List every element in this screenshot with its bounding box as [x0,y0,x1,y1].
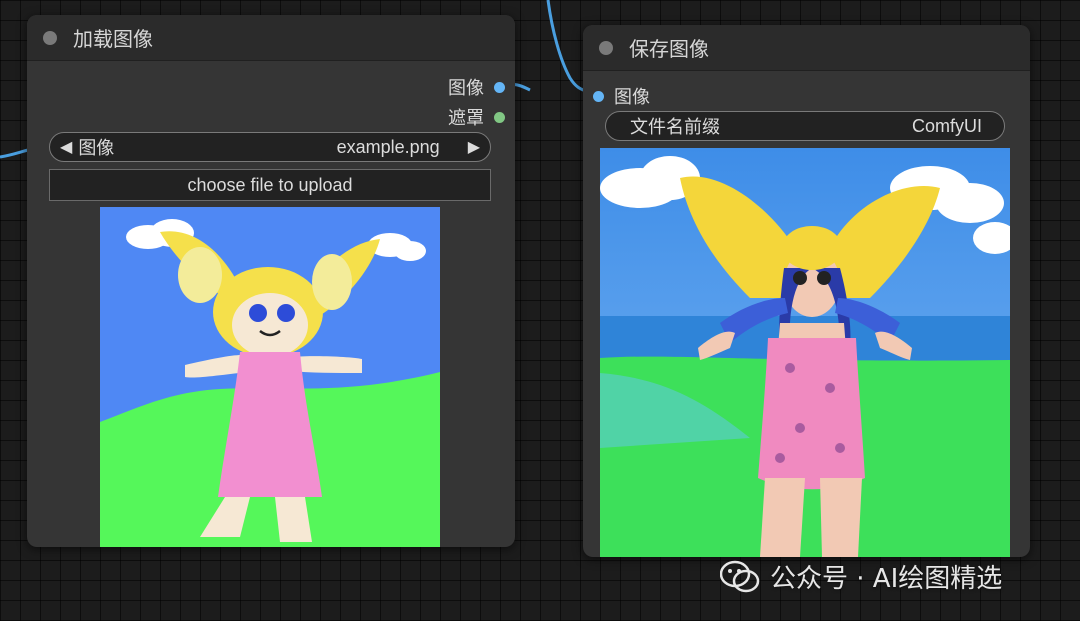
input-image-preview [100,207,440,547]
load-image-node[interactable]: 加载图像 图像 遮罩 ◀ 图像 example.png ▶ choose fil… [27,15,515,547]
collapse-toggle[interactable] [599,40,613,55]
save-image-node[interactable]: 保存图像 图像 文件名前缀 ComfyUI [583,25,1030,557]
combo-value: example.png [336,136,440,157]
output-slot-label: 图像 [448,78,484,99]
incoming-wire [0,148,29,159]
output-image-preview [600,148,1010,557]
upload-button[interactable]: choose file to upload [49,169,491,201]
input-slot-label: 图像 [614,87,650,108]
node-title: 保存图像 [629,37,709,61]
next-arrow-icon[interactable]: ▶ [468,137,480,157]
output-slot-image[interactable]: 图像 [448,74,505,100]
node-title: 加载图像 [73,27,153,51]
image-combo-widget[interactable]: ◀ 图像 example.png ▶ [49,132,491,162]
save-image-node-header[interactable]: 保存图像 [583,25,1030,71]
wechat-icon [720,560,760,592]
prev-arrow-icon[interactable]: ◀ [60,137,72,157]
widget-label: 文件名前缀 [630,117,720,138]
widget-value: ComfyUI [911,115,982,136]
watermark-text: 公众号 · AI绘图精选 [770,564,1003,594]
combo-label: 图像 [78,138,115,159]
input-dot-image[interactable] [593,90,604,102]
filename-prefix-widget[interactable]: 文件名前缀 ComfyUI [605,111,1005,141]
output-slot-mask[interactable]: 遮罩 [448,104,505,130]
output-dot-mask[interactable] [494,111,505,123]
watermark: 公众号 · AI绘图精选 [720,558,1002,595]
input-slot-image[interactable]: 图像 [593,83,650,109]
collapse-toggle[interactable] [43,30,57,45]
output-dot-image[interactable] [494,81,505,93]
output-slot-label: 遮罩 [448,108,484,129]
load-image-node-header[interactable]: 加载图像 [27,15,515,61]
